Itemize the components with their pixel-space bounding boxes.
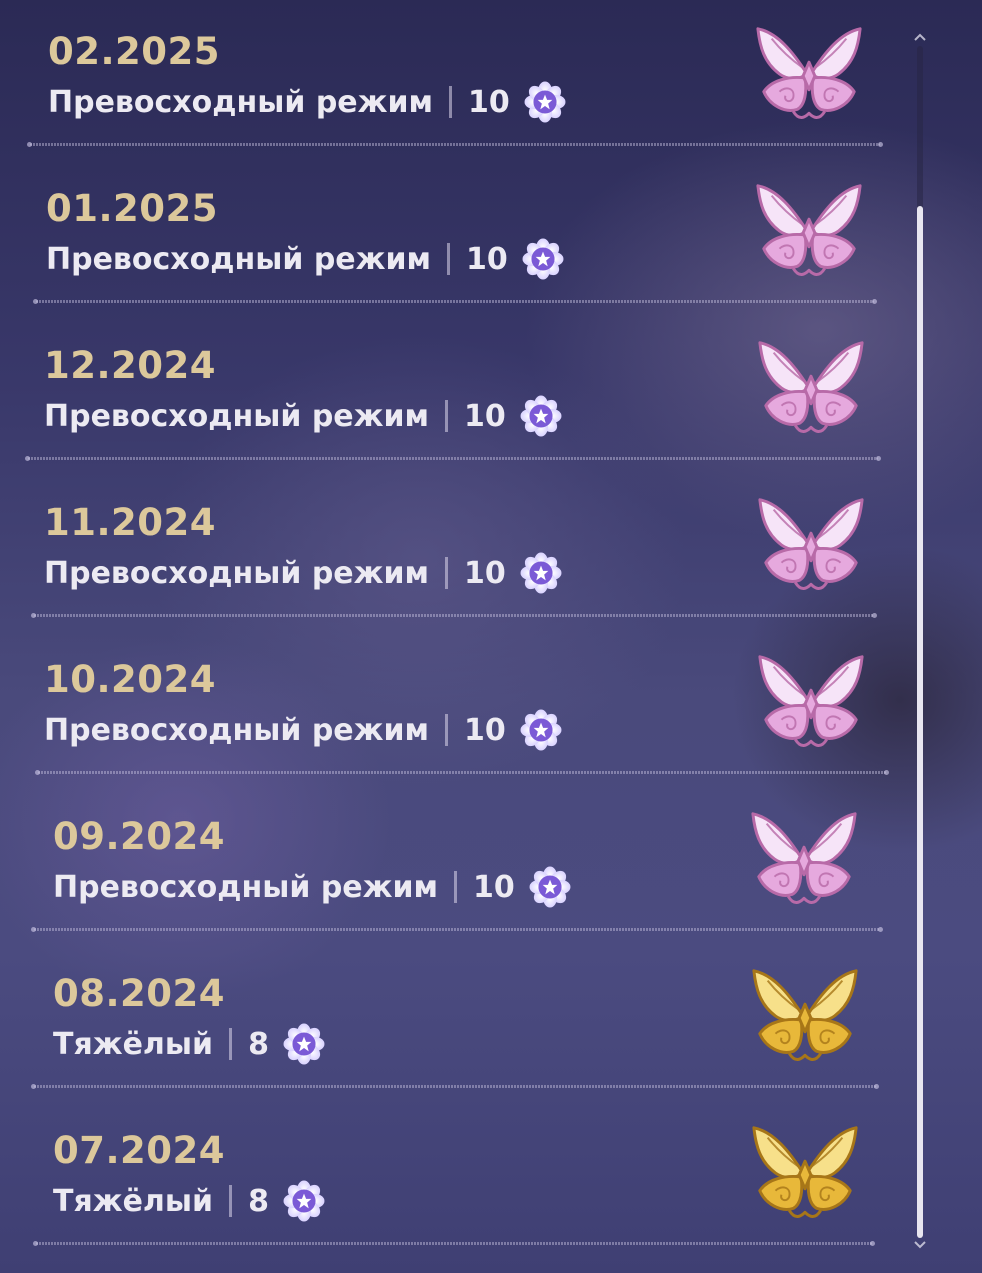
- entry-info: Тяжёлый 8: [53, 1023, 325, 1065]
- entry-divider: [25, 456, 881, 461]
- history-entry[interactable]: 02.2025 Превосходный режим 10: [0, 0, 900, 157]
- entry-stars: 10: [466, 241, 508, 277]
- history-entry[interactable]: 08.2024 Тяжёлый 8: [0, 942, 900, 1099]
- separator: [445, 400, 449, 432]
- entry-date: 09.2024: [53, 815, 226, 858]
- gold-butterfly-badge-icon: [752, 969, 858, 1061]
- star-flower-icon: [522, 238, 564, 280]
- entry-divider: [35, 770, 889, 775]
- entry-mode: Превосходный режим: [53, 869, 439, 905]
- entry-mode: Превосходный режим: [44, 712, 430, 748]
- entry-info: Тяжёлый 8: [53, 1180, 325, 1222]
- separator: [229, 1185, 233, 1217]
- entry-mode: Превосходный режим: [48, 84, 434, 120]
- separator: [229, 1028, 233, 1060]
- entry-info: Превосходный режим 10: [44, 552, 562, 594]
- pink-butterfly-badge-icon: [758, 498, 864, 590]
- star-flower-icon: [283, 1023, 325, 1065]
- entry-divider: [31, 613, 877, 618]
- entry-stars: 10: [468, 84, 510, 120]
- entry-stars: 10: [464, 398, 506, 434]
- entry-stars: 10: [464, 555, 506, 591]
- history-entry[interactable]: 01.2025 Превосходный режим 10: [0, 157, 900, 314]
- history-entry[interactable]: 11.2024 Превосходный режим 10: [0, 471, 900, 628]
- star-flower-icon: [283, 1180, 325, 1222]
- entry-info: Превосходный режим 10: [44, 709, 562, 751]
- entry-date: 11.2024: [44, 501, 217, 544]
- entry-divider: [31, 1084, 879, 1089]
- scrollbar[interactable]: [912, 32, 928, 1252]
- gold-butterfly-badge-icon: [752, 1126, 858, 1218]
- entry-date: 02.2025: [48, 30, 221, 73]
- entry-divider: [31, 927, 883, 932]
- entry-stars: 10: [473, 869, 515, 905]
- history-entry[interactable]: 09.2024 Превосходный режим 10: [0, 785, 900, 942]
- pink-butterfly-badge-icon: [758, 655, 864, 747]
- entry-info: Превосходный режим 10: [48, 81, 566, 123]
- entry-date: 10.2024: [44, 658, 217, 701]
- entry-mode: Тяжёлый: [53, 1026, 214, 1062]
- entry-mode: Тяжёлый: [53, 1183, 214, 1219]
- entry-info: Превосходный режим 10: [44, 395, 562, 437]
- entry-info: Превосходный режим 10: [46, 238, 564, 280]
- entry-mode: Превосходный режим: [46, 241, 432, 277]
- entry-stars: 8: [248, 1026, 269, 1062]
- history-entry[interactable]: 12.2024 Превосходный режим 10: [0, 314, 900, 471]
- separator: [445, 714, 449, 746]
- pink-butterfly-badge-icon: [756, 184, 862, 276]
- entry-mode: Превосходный режим: [44, 398, 430, 434]
- star-flower-icon: [520, 552, 562, 594]
- scroll-up-arrow-icon[interactable]: [914, 32, 926, 42]
- entry-date: 12.2024: [44, 344, 217, 387]
- star-flower-icon: [529, 866, 571, 908]
- entry-date: 08.2024: [53, 972, 226, 1015]
- pink-butterfly-badge-icon: [756, 27, 862, 119]
- separator: [445, 557, 449, 589]
- separator: [447, 243, 451, 275]
- entry-stars: 10: [464, 712, 506, 748]
- star-flower-icon: [524, 81, 566, 123]
- entry-date: 01.2025: [46, 187, 219, 230]
- pink-butterfly-badge-icon: [758, 341, 864, 433]
- scroll-thumb[interactable]: [917, 206, 923, 1238]
- history-entry[interactable]: 07.2024 Тяжёлый 8: [0, 1099, 900, 1256]
- separator: [449, 86, 453, 118]
- entry-divider: [33, 1241, 875, 1246]
- entry-divider: [27, 142, 883, 147]
- entry-info: Превосходный режим 10: [53, 866, 571, 908]
- entry-divider: [33, 299, 877, 304]
- star-flower-icon: [520, 709, 562, 751]
- pink-butterfly-badge-icon: [751, 812, 857, 904]
- entry-stars: 8: [248, 1183, 269, 1219]
- history-list: 02.2025 Превосходный режим 10 01.2025 Пр…: [0, 0, 900, 1273]
- entry-mode: Превосходный режим: [44, 555, 430, 591]
- separator: [454, 871, 458, 903]
- entry-date: 07.2024: [53, 1129, 226, 1172]
- history-entry[interactable]: 10.2024 Превосходный режим 10: [0, 628, 900, 785]
- star-flower-icon: [520, 395, 562, 437]
- scroll-down-arrow-icon[interactable]: [914, 1240, 926, 1250]
